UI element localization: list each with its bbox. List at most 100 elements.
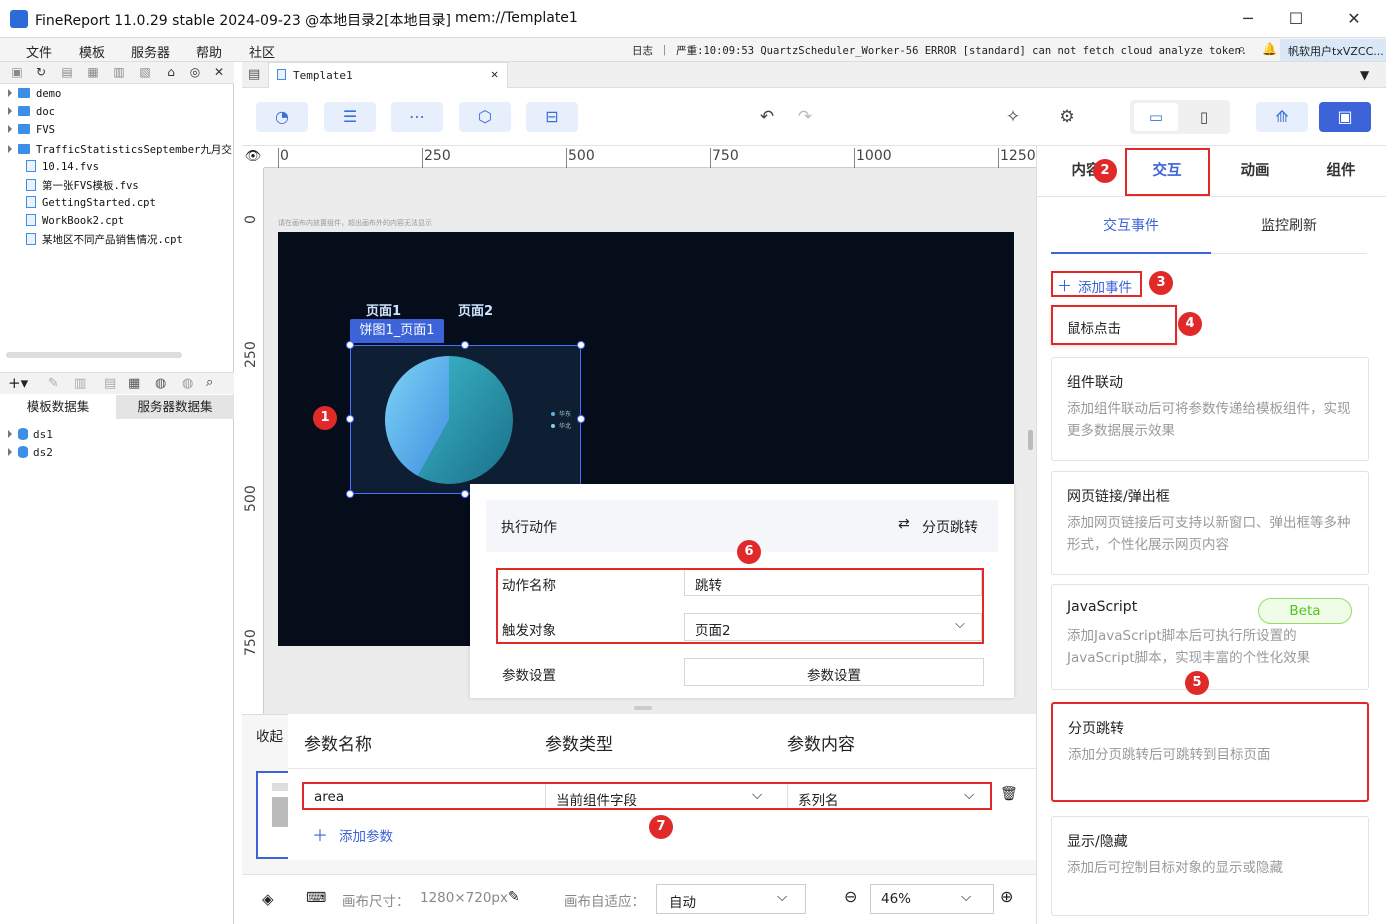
widget-label[interactable]: 饼图1_页面1 (350, 319, 444, 343)
resize-handle[interactable] (461, 490, 469, 498)
user-account[interactable]: 帆软用户txVZCC... (1280, 39, 1386, 61)
log-line[interactable]: 日志 ｜ 严重:10:09:53 QuartzScheduler_Worker-… (632, 43, 1247, 58)
menu-template[interactable]: 模板 (79, 42, 105, 61)
undo-icon[interactable]: ↶ (752, 102, 782, 132)
tab-components[interactable]: 组件 (1301, 146, 1381, 196)
delete-icon[interactable]: ▥ (112, 65, 126, 79)
zoom-select[interactable]: 46% ⌵ (870, 884, 994, 914)
copy-icon[interactable]: ▦ (86, 65, 100, 79)
swap-icon[interactable]: ⇄ (898, 516, 910, 532)
add-dataset-icon[interactable]: +▾ (8, 374, 28, 392)
redo-icon[interactable]: ↷ (790, 102, 820, 132)
drag-handle[interactable] (634, 706, 652, 710)
fit-select[interactable]: 自动 ⌵ (656, 884, 806, 914)
page-tab-1[interactable]: 页面1 (366, 300, 401, 319)
mobile-icon[interactable]: ▯ (1182, 103, 1226, 131)
folder-item[interactable]: demo (8, 88, 61, 100)
action-card[interactable]: 显示/隐藏 添加后可控制目标对象的显示或隐藏 (1051, 816, 1369, 916)
new-folder-icon[interactable]: ▣ (10, 65, 24, 79)
tab-list-icon[interactable]: ▤ (248, 67, 260, 82)
resize-handle[interactable] (577, 415, 585, 423)
dataset-item[interactable]: ds1 (8, 428, 53, 441)
locate-icon[interactable]: ◎ (188, 65, 202, 79)
tab-template1[interactable]: Template1 ✕ (268, 62, 508, 88)
duplicate-icon[interactable]: ▧ (138, 65, 152, 79)
edit-size-icon[interactable]: ✎ (508, 889, 520, 905)
folder-item[interactable]: FVS (8, 124, 55, 136)
resize-handle[interactable] (346, 490, 354, 498)
resize-handle[interactable] (577, 341, 585, 349)
resize-handle[interactable] (461, 341, 469, 349)
action-type[interactable]: 分页跳转 (922, 517, 978, 537)
expand-arrow-icon[interactable] (8, 125, 12, 133)
search-dataset-icon[interactable]: ⌕ (206, 375, 213, 390)
more-widgets-icon[interactable]: ⋯ (391, 102, 443, 132)
table-icon[interactable]: ▦ (128, 376, 140, 391)
table-widget-icon[interactable]: ☰ (324, 102, 376, 132)
menu-server[interactable]: 服务器 (131, 42, 170, 61)
search-icon[interactable]: ⌕ (1238, 42, 1245, 57)
3d-model-icon[interactable]: ⬡ (459, 102, 511, 132)
action-card[interactable]: 组件联动 添加组件联动后可将参数传递给模板组件，实现更多数据展示效果 (1051, 357, 1369, 461)
preview-icon[interactable]: ▤ (104, 376, 116, 391)
window-menu-icon[interactable]: ▼ (1360, 68, 1369, 82)
add-param-button[interactable]: 添加参数 (339, 825, 393, 845)
bell-icon[interactable]: 🔔 (1262, 42, 1277, 56)
maximize-button[interactable]: ☐ (1276, 6, 1316, 32)
close-button[interactable]: ✕ (1334, 6, 1374, 32)
resize-handle[interactable] (346, 415, 354, 423)
file-item[interactable]: WorkBook2.cpt (26, 214, 124, 227)
dataset-item[interactable]: ds2 (8, 446, 53, 459)
horizontal-scrollbar[interactable] (6, 352, 182, 358)
action-card[interactable]: 分页跳转 添加分页跳转后可跳转到目标页面 (1051, 702, 1369, 802)
resize-handle[interactable] (346, 341, 354, 349)
expand-arrow-icon[interactable] (8, 89, 12, 97)
expand-arrow-icon[interactable] (8, 107, 12, 115)
menu-help[interactable]: 帮助 (196, 42, 222, 61)
database-icon[interactable]: ◍ (155, 376, 166, 391)
template-settings-icon[interactable]: ⚙ (1052, 102, 1082, 132)
add-event-button[interactable]: 添加事件 (1078, 276, 1132, 296)
database-settings-icon[interactable]: ◍ (182, 376, 193, 391)
tab-server-datasets[interactable]: 服务器数据集 (116, 395, 234, 419)
preview-icon[interactable]: ⟰ (1256, 102, 1308, 132)
refresh-icon[interactable]: ↻ (34, 65, 48, 79)
collapse-icon[interactable]: ✕ (212, 65, 226, 79)
zoom-in-icon[interactable]: ⊕ (1000, 887, 1013, 906)
delete-dataset-icon[interactable]: ▥ (74, 376, 86, 391)
event-type-option[interactable]: 鼠标点击 (1051, 305, 1177, 345)
close-tab-icon[interactable]: ✕ (491, 67, 498, 81)
minimize-button[interactable]: ─ (1228, 6, 1268, 32)
theme-icon[interactable]: ✧ (998, 102, 1028, 132)
menu-community[interactable]: 社区 (249, 42, 275, 61)
eye-icon[interactable]: 👁 (242, 146, 264, 168)
file-item[interactable]: 10.14.fvs (26, 160, 99, 173)
tab-animation[interactable]: 动画 (1215, 146, 1295, 196)
param-settings-button[interactable]: 参数设置 (684, 658, 984, 686)
layers-icon[interactable]: ◈ (262, 890, 274, 908)
file-item[interactable]: 第一张FVS模板.fvs (26, 178, 139, 193)
add-icon[interactable]: ＋ (312, 822, 328, 846)
tab-template-datasets[interactable]: 模板数据集 (0, 395, 116, 419)
folder-item[interactable]: TrafficStatisticsSeptember九月交 (8, 142, 232, 157)
menu-file[interactable]: 文件 (26, 42, 52, 61)
container-icon[interactable]: ⊟ (526, 102, 578, 132)
chart-icon[interactable]: ◔ (256, 102, 308, 132)
subtab-monitor-refresh[interactable]: 监控刷新 (1211, 214, 1367, 254)
pie-chart-widget[interactable]: 华东 华北 (350, 345, 581, 494)
folder-item[interactable]: doc (8, 106, 55, 118)
edit-icon[interactable]: ✎ (48, 376, 59, 391)
desktop-icon[interactable]: ▭ (1134, 103, 1178, 131)
trash-icon[interactable]: 🗑 (1000, 786, 1018, 802)
lock-icon[interactable]: ⌂ (164, 65, 178, 79)
collapse-label[interactable]: 收起 (256, 725, 283, 745)
add-icon[interactable]: ＋ (1057, 275, 1072, 296)
zoom-out-icon[interactable]: ⊖ (844, 887, 857, 906)
vertical-scrollbar[interactable] (1028, 430, 1033, 450)
open-icon[interactable]: ▤ (60, 65, 74, 79)
subtab-events[interactable]: 交互事件 (1051, 214, 1211, 254)
save-icon[interactable]: ▣ (1319, 102, 1371, 132)
action-card[interactable]: JavaScript 添加JavaScript脚本后可执行所设置的JavaScri… (1051, 584, 1369, 690)
action-card[interactable]: 网页链接/弹出框 添加网页链接后可支持以新窗口、弹出框等多种形式，个性化展示网页内… (1051, 471, 1369, 575)
keyboard-icon[interactable]: ⌨ (306, 890, 326, 906)
